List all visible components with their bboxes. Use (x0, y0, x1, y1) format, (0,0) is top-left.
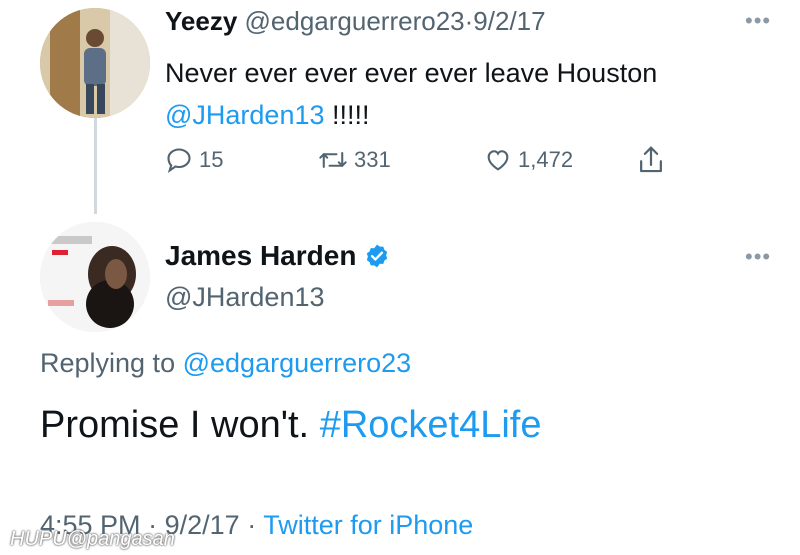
avatar-james-harden[interactable] (40, 222, 150, 332)
display-name[interactable]: Yeezy (165, 6, 237, 36)
avatar-yeezy[interactable] (40, 8, 150, 118)
reply-count: 15 (199, 147, 224, 172)
replying-prefix: Replying to (40, 348, 176, 378)
retweet-count: 331 (354, 147, 391, 172)
thread-connector-line (94, 118, 97, 214)
source-link[interactable]: Twitter for iPhone (263, 510, 473, 540)
reply-text-body: Promise I won't. (40, 404, 310, 446)
share-icon (640, 146, 662, 173)
more-dots-icon[interactable]: ••• (745, 10, 771, 32)
heart-icon (487, 150, 509, 171)
reply-handle[interactable]: @JHarden13 (165, 282, 325, 313)
reply-icon (167, 148, 191, 174)
tweet-text-suffix: !!!!! (332, 100, 370, 130)
share-action[interactable] (636, 144, 666, 176)
replying-to: Replying to @edgarguerrero23 (40, 348, 411, 379)
like-action[interactable]: 1,472 (484, 146, 573, 174)
verified-badge-icon (367, 244, 388, 268)
reply-header: James Harden (165, 240, 390, 272)
tweet-text-line1: Never ever ever ever ever leave Houston (165, 58, 658, 88)
reply-more-dots-icon[interactable]: ••• (745, 246, 771, 268)
handle[interactable]: @edgarguerrero23 (245, 6, 465, 36)
reply-date[interactable]: 9/2/17 (165, 510, 240, 540)
tweet-date[interactable]: 9/2/17 (473, 6, 545, 36)
retweet-action[interactable]: 331 (318, 146, 391, 174)
tweet-header: Yeezy @edgarguerrero23·9/2/17 (165, 6, 546, 37)
reply-display-name[interactable]: James Harden (165, 240, 356, 272)
retweet-icon (319, 152, 347, 168)
reply-text: Promise I won't. #Rocket4Life (40, 404, 542, 447)
separator: · (464, 6, 474, 36)
watermark: HUPU@pangasan (10, 528, 175, 550)
separator-dot-2: · (247, 510, 257, 540)
like-count: 1,472 (518, 147, 574, 172)
reply-action[interactable]: 15 (165, 146, 223, 174)
mention-link[interactable]: @JHarden13 (165, 100, 325, 130)
hashtag-link[interactable]: #Rocket4Life (320, 404, 542, 446)
tweet-text: Never ever ever ever ever leave Houston … (165, 52, 765, 136)
replying-to-link[interactable]: @edgarguerrero23 (183, 348, 412, 378)
